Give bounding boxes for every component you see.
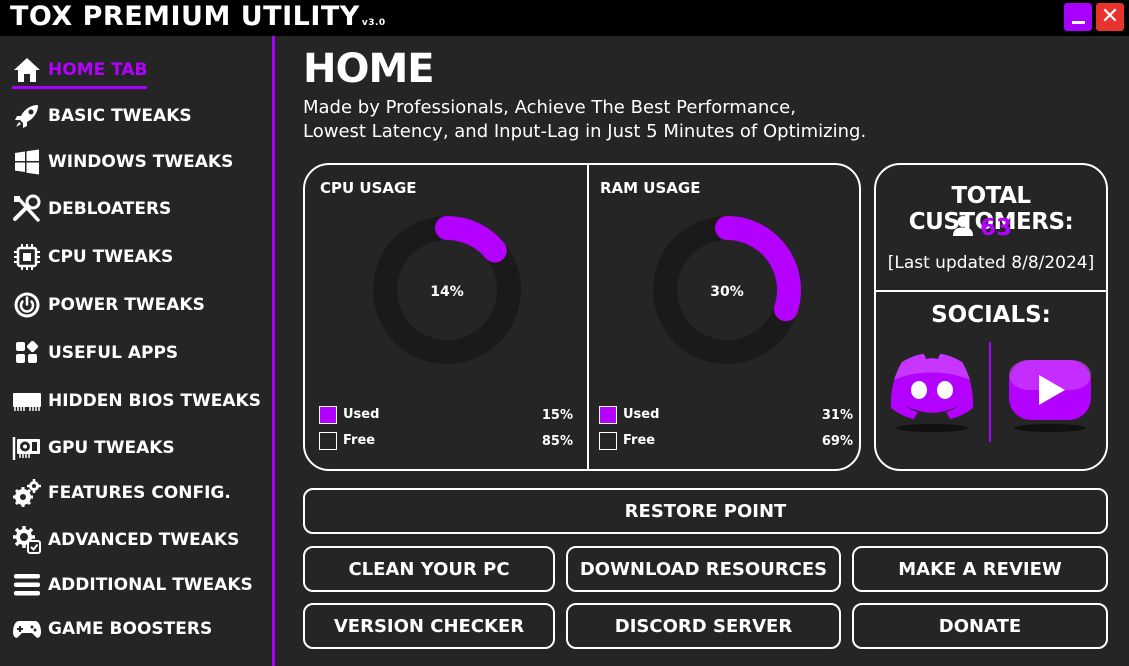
sidebar-item-hidden-bios-tweaks[interactable]: HIDDEN BIOS TWEAKS (12, 385, 261, 417)
sidebar-item-basic-tweaks[interactable]: BASIC TWEAKS (12, 100, 192, 132)
customers-socials-panel: TOTAL CUSTOMERS: 63 [Last updated 8/8/20… (874, 163, 1108, 471)
legend-label: Free (343, 433, 376, 448)
version-label: v3.0 (361, 18, 386, 28)
app-window: TOX PREMIUM UTILITY v3.0 ✕ HOME TAB BASIC… (0, 0, 1129, 666)
customers-divider (876, 290, 1106, 292)
ram-usage-title: RAM USAGE (600, 179, 701, 197)
gear-check-icon (12, 525, 42, 555)
app-title-text: TOX PREMIUM UTILITY (10, 1, 360, 32)
cpu-icon (12, 242, 42, 272)
socials-divider (989, 342, 991, 442)
usage-panel: CPU USAGE 14% Used 15% Free 85% RAM USAG… (303, 163, 861, 471)
sidebar-item-label: HOME TAB (48, 60, 148, 80)
customer-count-value: 63 (980, 215, 1013, 241)
sidebar-item-label: HIDDEN BIOS TWEAKS (48, 391, 261, 411)
version-checker-button[interactable]: VERSION CHECKER (303, 603, 555, 649)
restore-point-button[interactable]: RESTORE POINT (303, 488, 1108, 534)
ram-legend-free: Free 69% (599, 432, 853, 450)
donate-button[interactable]: DONATE (852, 603, 1108, 649)
sidebar-item-debloaters[interactable]: DEBLOATERS (12, 193, 171, 225)
rocket-icon (12, 101, 42, 131)
tools-icon (12, 194, 42, 224)
cpu-legend-used: Used 15% (319, 406, 573, 424)
sidebar-item-label: POWER TWEAKS (48, 295, 205, 315)
minimize-button[interactable] (1064, 3, 1092, 31)
legend-value: 85% (541, 434, 573, 449)
gamepad-icon (12, 614, 42, 644)
gpu-icon (12, 433, 42, 463)
sidebar-divider (272, 36, 275, 666)
sidebar-item-cpu-tweaks[interactable]: CPU TWEAKS (12, 241, 173, 273)
clean-pc-button[interactable]: CLEAN YOUR PC (303, 546, 555, 592)
active-tab-underline (12, 86, 147, 89)
page-title: HOME (303, 46, 435, 92)
apps-icon (12, 338, 42, 368)
sidebar-item-additional-tweaks[interactable]: ADDITIONAL TWEAKS (12, 569, 253, 601)
legend-value: 15% (541, 408, 573, 423)
discord-server-button[interactable]: DISCORD SERVER (566, 603, 841, 649)
sidebar-item-label: ADVANCED TWEAKS (48, 530, 240, 550)
home-icon (12, 55, 42, 85)
socials-title: SOCIALS: (931, 302, 1051, 328)
sidebar-item-home-tab[interactable]: HOME TAB (12, 54, 148, 86)
page-subtitle: Made by Professionals, Achieve The Best … (303, 96, 923, 144)
legend-label: Used (623, 407, 660, 422)
customer-count: 63 (952, 215, 1012, 241)
app-title: TOX PREMIUM UTILITY v3.0 (10, 1, 386, 32)
sidebar-item-features-config[interactable]: FEATURES CONFIG. (12, 477, 231, 509)
last-updated-label: [Last updated 8/8/2024] (887, 253, 1095, 273)
used-swatch (319, 406, 337, 424)
sidebar-item-game-boosters[interactable]: GAME BOOSTERS (12, 613, 212, 645)
ram-icon (12, 386, 42, 416)
used-swatch (599, 406, 617, 424)
power-icon (12, 290, 42, 320)
free-swatch (599, 432, 617, 450)
make-review-button[interactable]: MAKE A REVIEW (852, 546, 1108, 592)
free-swatch (319, 432, 337, 450)
download-resources-button[interactable]: DOWNLOAD RESOURCES (566, 546, 841, 592)
legend-value: 69% (821, 434, 853, 449)
close-button[interactable]: ✕ (1096, 3, 1124, 31)
ram-donut-center-label: 30% (710, 284, 744, 300)
main-content: HOME Made by Professionals, Achieve The … (276, 36, 1129, 666)
youtube-icon[interactable] (1006, 350, 1094, 436)
title-bar[interactable]: TOX PREMIUM UTILITY v3.0 ✕ (0, 0, 1129, 36)
sidebar-item-label: GPU TWEAKS (48, 438, 175, 458)
legend-value: 31% (821, 408, 853, 423)
sidebar-item-label: FEATURES CONFIG. (48, 483, 231, 503)
legend-label: Free (623, 433, 656, 448)
cpu-donut-used-arc (435, 216, 507, 263)
gears-icon (12, 478, 42, 508)
sidebar-item-gpu-tweaks[interactable]: GPU TWEAKS (12, 432, 175, 464)
legend-label: Used (343, 407, 380, 422)
discord-icon[interactable] (888, 350, 976, 436)
sidebar-item-power-tweaks[interactable]: POWER TWEAKS (12, 289, 205, 321)
subtitle-line-2: Lowest Latency, and Input-Lag in Just 5 … (303, 121, 867, 142)
sidebar-item-useful-apps[interactable]: USEFUL APPS (12, 337, 178, 369)
ram-donut-chart: 30% (653, 216, 801, 364)
user-icon (952, 215, 974, 241)
sidebar-item-label: GAME BOOSTERS (48, 619, 213, 639)
sidebar-item-label: DEBLOATERS (48, 199, 172, 219)
cpu-donut-center-label: 14% (430, 284, 464, 300)
cpu-usage-panel: CPU USAGE 14% Used 15% Free 85% (305, 165, 583, 469)
menu-icon (12, 570, 42, 600)
sidebar-item-label: ADDITIONAL TWEAKS (48, 575, 253, 595)
sidebar-item-label: USEFUL APPS (48, 343, 179, 363)
sidebar-item-windows-tweaks[interactable]: WINDOWS TWEAKS (12, 146, 233, 178)
ram-usage-panel: RAM USAGE 30% Used 31% Free 69% (585, 165, 863, 469)
subtitle-line-1: Made by Professionals, Achieve The Best … (303, 97, 796, 118)
sidebar-item-label: BASIC TWEAKS (48, 106, 192, 126)
windows-icon (12, 147, 42, 177)
cpu-legend-free: Free 85% (319, 432, 573, 450)
sidebar-item-label: WINDOWS TWEAKS (48, 152, 234, 172)
cpu-donut-chart: 14% (373, 216, 521, 364)
sidebar-item-advanced-tweaks[interactable]: ADVANCED TWEAKS (12, 524, 239, 556)
sidebar-item-label: CPU TWEAKS (48, 247, 174, 267)
minimize-icon (1072, 21, 1085, 24)
ram-legend-used: Used 31% (599, 406, 853, 424)
cpu-usage-title: CPU USAGE (320, 179, 417, 197)
